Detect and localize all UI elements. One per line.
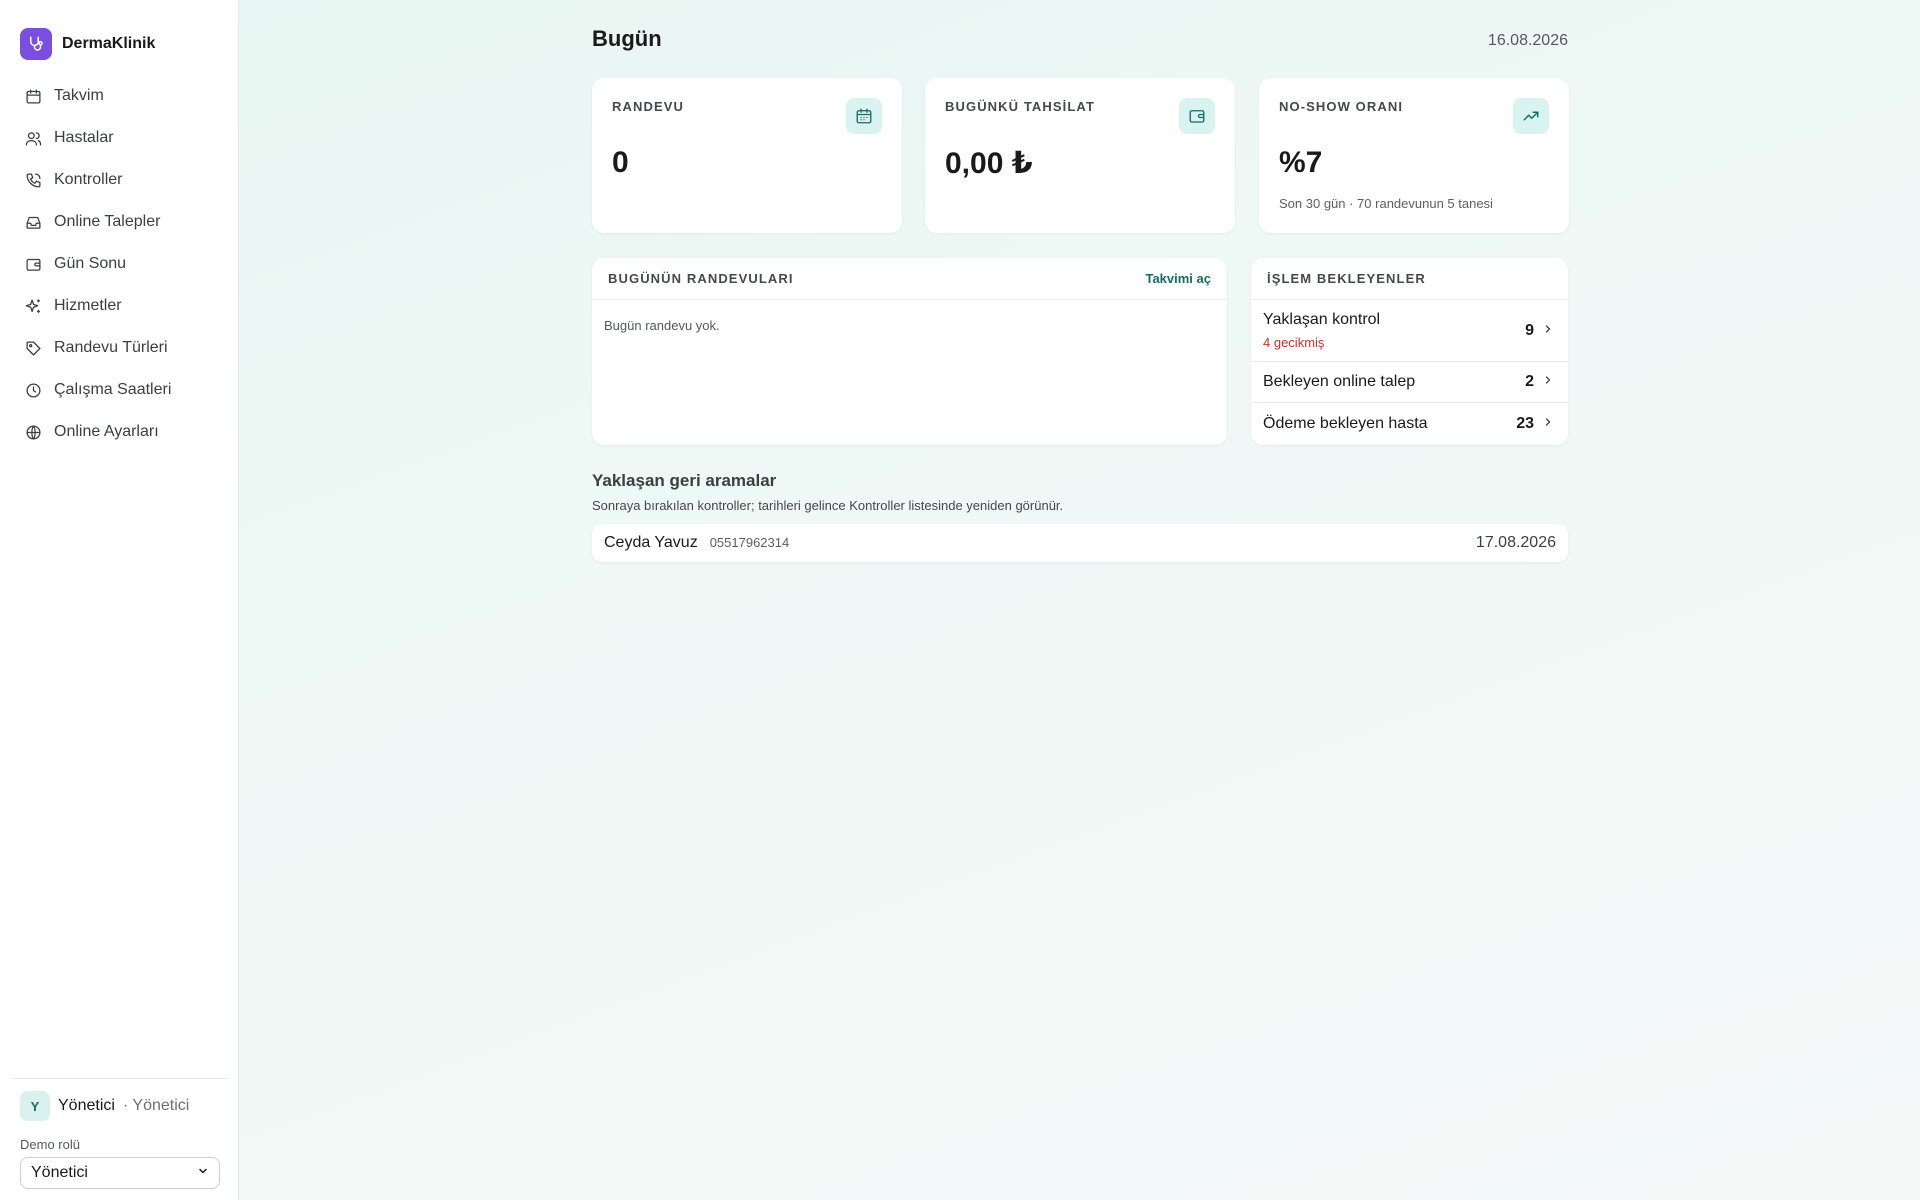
sidebar-item-label: Takvim [54,87,104,104]
callback-date: 17.08.2026 [1475,534,1556,551]
sidebar-item-randevu-turleri[interactable]: Randevu Türleri [18,327,226,369]
calendar-icon [24,87,42,105]
open-calendar-link[interactable]: Takvimi aç [1145,271,1211,286]
stat-subtext: Son 30 gün · 70 randevunun 5 tanesi [1279,196,1493,211]
brand-name: DermaKlinik [62,35,156,52]
sparkles-icon [24,297,42,315]
pending-label: Ödeme bekleyen hasta [1263,414,1428,432]
avatar: Y [20,1091,50,1121]
stat-value: %7 [1279,146,1323,179]
overdue-note: 4 gecikmiş [1263,335,1325,350]
calendar-icon [846,98,882,134]
page-date: 16.08.2026 [1487,32,1568,49]
pending-count: 23 [1516,414,1534,432]
sidebar-item-label: Randevu Türleri [54,339,168,356]
wallet-icon [1179,98,1215,134]
sidebar-item-hastalar[interactable]: Hastalar [18,117,226,159]
empty-state: Bugün randevu yok. [604,318,720,333]
sidebar-item-online-talepler[interactable]: Online Talepler [18,201,226,243]
user-name: Yönetici [58,1097,115,1114]
stat-value: 0 [612,146,629,179]
pending-count: 9 [1525,321,1534,339]
sidebar-item-label: Çalışma Saatleri [54,381,172,398]
sidebar-footer: Y Yönetici · Yönetici Demo rolü Yönetici [12,1078,228,1200]
stat-label: RANDEVU [612,99,684,114]
pending-label: Bekleyen online talep [1263,373,1416,390]
sidebar-item-label: Online Ayarları [54,423,159,440]
sidebar-item-hizmetler[interactable]: Hizmetler [18,285,226,327]
globe-icon [24,423,42,441]
brand[interactable]: DermaKlinik [20,28,155,60]
users-icon [24,129,42,147]
stat-label: NO-SHOW ORANI [1279,99,1404,114]
sidebar: DermaKlinik Takvim Hastalar Kontroller O… [0,0,239,1200]
sidebar-item-label: Online Talepler [54,213,161,230]
stat-card-tahsilat: BUGÜNKÜ TAHSİLAT 0,00 ₺ [925,78,1235,233]
demo-role-label: Demo rolü [20,1137,80,1152]
stat-label: BUGÜNKÜ TAHSİLAT [945,99,1095,114]
pending-row-online-talep[interactable]: Bekleyen online talep 2 [1251,362,1568,403]
tag-icon [24,339,42,357]
current-user: Y Yönetici · Yönetici [20,1091,189,1121]
sidebar-item-label: Kontroller [54,171,123,188]
stethoscope-icon [20,28,52,60]
todays-appointments-panel: BUGÜNÜN RANDEVULARI Takvimi aç Bugün ran… [592,258,1227,445]
sidebar-item-calisma-saatleri[interactable]: Çalışma Saatleri [18,369,226,411]
phone-icon [24,171,42,189]
panel-title: İŞLEM BEKLEYENLER [1267,271,1426,286]
demo-role-value: Yönetici [31,1164,88,1181]
demo-role-select[interactable]: Yönetici [20,1157,220,1189]
user-role: · Yönetici [122,1097,190,1114]
panel-header: İŞLEM BEKLEYENLER [1251,258,1568,300]
sidebar-item-online-ayarlari[interactable]: Online Ayarları [18,411,226,453]
callback-phone: 05517962314 [709,535,790,550]
sidebar-item-label: Hizmetler [54,297,122,314]
sidebar-item-gun-sonu[interactable]: Gün Sonu [18,243,226,285]
stat-card-randevu: RANDEVU 0 [592,78,902,233]
pending-row-odeme[interactable]: Ödeme bekleyen hasta 23 [1251,403,1568,444]
callback-row[interactable]: Ceyda Yavuz 05517962314 17.08.2026 [592,524,1568,562]
stat-card-no-show: NO-SHOW ORANI %7 Son 30 gün · 70 randevu… [1259,78,1569,233]
page-title: Bugün [592,26,662,51]
inbox-icon [24,213,42,231]
pending-actions-panel: İŞLEM BEKLEYENLER Yaklaşan kontrol 4 gec… [1251,258,1568,445]
pending-label: Yaklaşan kontrol [1263,311,1381,328]
sidebar-nav: Takvim Hastalar Kontroller Online Talepl… [18,75,226,453]
wallet-icon [24,255,42,273]
sidebar-item-label: Hastalar [54,129,114,146]
sidebar-item-label: Gün Sonu [54,255,127,272]
pending-count: 2 [1525,373,1534,390]
callback-patient-name: Ceyda Yavuz [604,534,698,551]
chevron-right-icon [1542,415,1554,433]
callbacks-title: Yaklaşan geri aramalar [592,471,777,490]
sidebar-item-kontroller[interactable]: Kontroller [18,159,226,201]
panel-title: BUGÜNÜN RANDEVULARI [608,271,794,286]
panel-header: BUGÜNÜN RANDEVULARI Takvimi aç [592,258,1227,300]
trending-up-icon [1513,98,1549,134]
callbacks-subtitle: Sonraya bırakılan kontroller; tarihleri … [592,498,1064,513]
chevron-right-icon [1542,373,1554,391]
stat-value: 0,00 ₺ [945,147,1033,180]
chevron-down-icon [197,1164,209,1182]
chevron-right-icon [1542,322,1554,340]
clock-icon [24,381,42,399]
pending-row-yaklasan-kontrol[interactable]: Yaklaşan kontrol 4 gecikmiş 9 [1251,300,1568,362]
sidebar-item-takvim[interactable]: Takvim [18,75,226,117]
